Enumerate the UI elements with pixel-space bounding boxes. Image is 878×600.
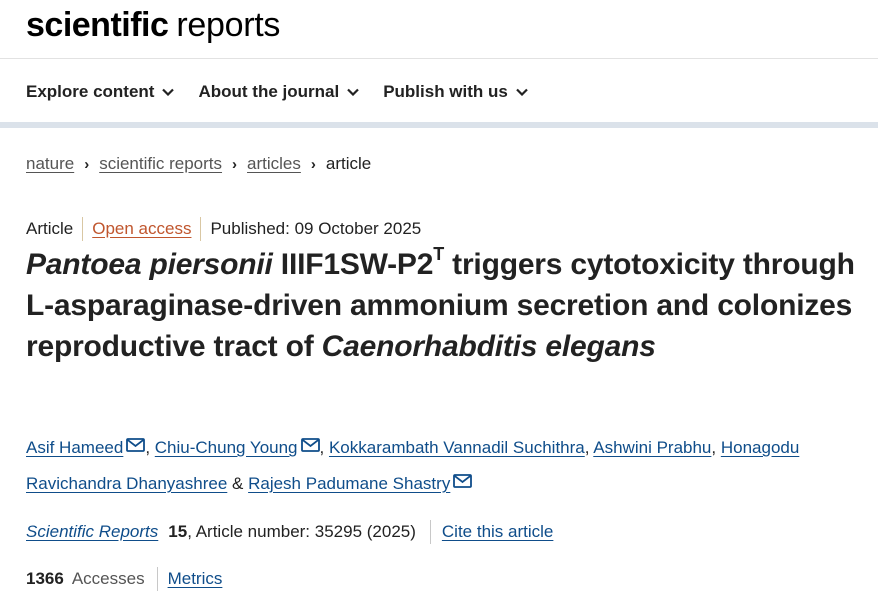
breadcrumb: nature › scientific reports › articles ›…: [26, 152, 371, 176]
open-access-link[interactable]: Open access: [92, 219, 191, 239]
article-meta: Article Open access Published: 09 Octobe…: [26, 217, 421, 241]
breadcrumb-current: article: [325, 154, 372, 173]
citation-line: Scientific Reports 15 , Article number: …: [26, 519, 553, 545]
chevron-down-icon: [162, 88, 175, 96]
journal-logo[interactable]: scientific reports: [26, 6, 280, 46]
author-link[interactable]: Chiu-Chung Young: [155, 438, 298, 457]
author-separator: ,: [711, 438, 721, 457]
author-separator: ,: [584, 438, 594, 457]
chevron-right-icon: ›: [232, 155, 238, 173]
mail-icon[interactable]: [300, 438, 320, 452]
author-link[interactable]: Ashwini Prabhu: [593, 438, 711, 457]
title-host: Caenorhabditis elegans: [321, 330, 656, 363]
accesses-label: Accesses: [71, 569, 145, 588]
citation-divider: [429, 520, 431, 544]
breadcrumb-scientific-reports[interactable]: scientific reports: [99, 154, 222, 174]
metrics-line: 1366 Accesses Metrics: [26, 567, 222, 591]
journal-link[interactable]: Scientific Reports: [26, 522, 158, 542]
chevron-right-icon: ›: [84, 155, 90, 173]
metrics-link[interactable]: Metrics: [168, 569, 223, 589]
nav-item-label: Publish with us: [383, 82, 508, 101]
nav-publish-with-us[interactable]: Publish with us: [383, 82, 528, 102]
chevron-down-icon: [347, 88, 359, 96]
logo-bold-text: scientific: [26, 6, 169, 44]
meta-divider: [200, 217, 202, 241]
mail-icon[interactable]: [453, 474, 473, 488]
main-nav: Explore content About the journal Publis…: [26, 78, 552, 106]
meta-divider: [82, 217, 84, 241]
nav-explore-content[interactable]: Explore content: [26, 82, 175, 102]
nav-item-label: Explore content: [26, 82, 155, 101]
logo-regular-text: reports: [176, 6, 281, 44]
author-link[interactable]: Rajesh Padumane Shastry: [248, 474, 450, 493]
author-separator: &: [227, 474, 249, 493]
breadcrumb-nature[interactable]: nature: [26, 154, 74, 174]
header-bottom-bar: [0, 122, 878, 128]
chevron-right-icon: ›: [310, 155, 316, 173]
breadcrumb-articles[interactable]: articles: [247, 154, 301, 174]
nav-item-label: About the journal: [198, 82, 340, 101]
cite-this-article-link[interactable]: Cite this article: [442, 522, 553, 542]
metrics-divider: [156, 567, 158, 591]
title-strain: IIIF1SW-P2: [272, 248, 434, 281]
author-separator: ,: [145, 438, 155, 457]
accesses-count: 1366: [26, 569, 64, 588]
mail-icon[interactable]: [126, 438, 146, 452]
volume-number: 15: [168, 522, 188, 541]
nav-about-journal[interactable]: About the journal: [198, 82, 359, 102]
chevron-down-icon: [516, 88, 528, 96]
author-list: Asif Hameed, Chiu-Chung Young, Kokkaramb…: [26, 430, 871, 502]
article-number: , Article number: 35295 (2025): [187, 522, 416, 541]
header-divider: [0, 58, 878, 59]
author-link[interactable]: Kokkarambath Vannadil Suchithra: [329, 438, 585, 457]
title-superscript: T: [433, 244, 445, 264]
author-separator: ,: [319, 438, 329, 457]
author-link[interactable]: Asif Hameed: [26, 438, 123, 457]
article-title: Pantoea piersonii IIIF1SW-P2T triggers c…: [26, 244, 871, 367]
title-species: Pantoea piersonii: [26, 248, 273, 281]
published-date: Published: 09 October 2025: [210, 219, 422, 238]
article-type: Article: [26, 219, 74, 238]
